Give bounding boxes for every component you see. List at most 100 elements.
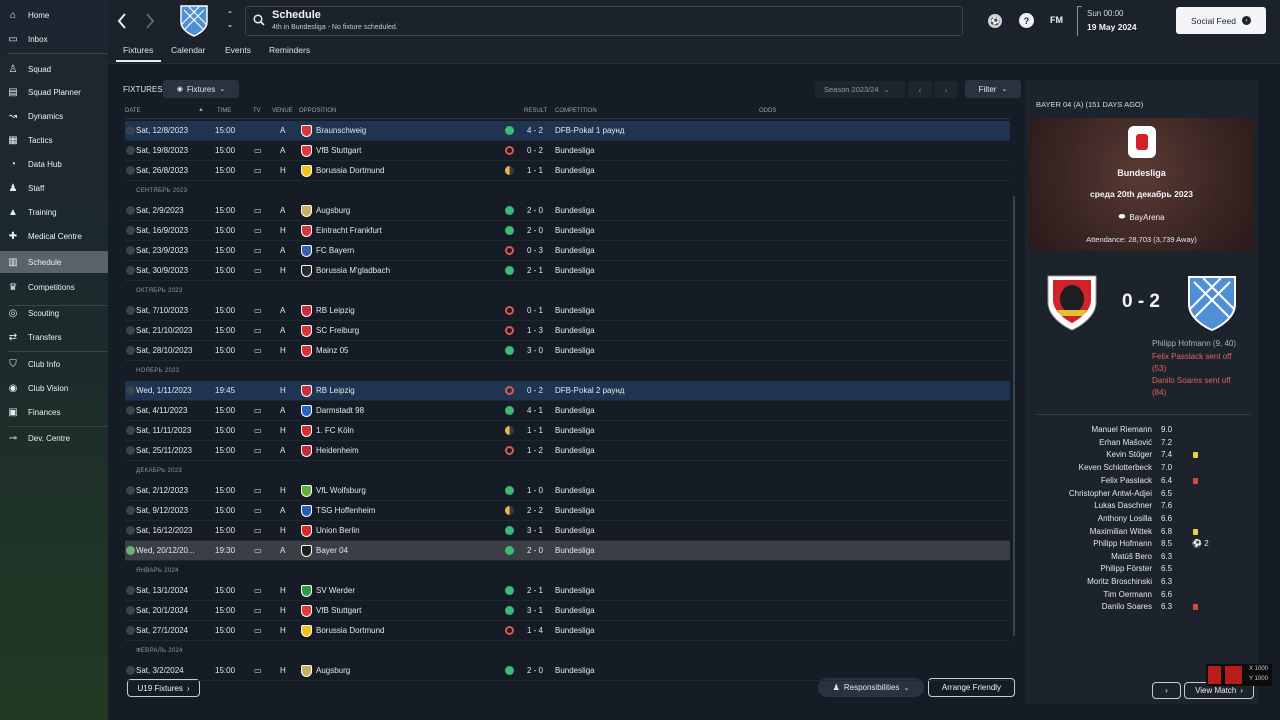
panel-next-button[interactable]: › — [1152, 682, 1181, 699]
table-row[interactable]: Sat, 2/12/2023 15:00 ▭ H VfL Wolfsburg 1 - 0 B… — [125, 481, 1010, 501]
row-status-dot[interactable] — [126, 146, 135, 155]
sidebar-item-tactics[interactable]: ▦ Tactics — [0, 129, 108, 151]
table-row[interactable]: Sat, 26/8/2023 15:00 ▭ H Borussia Dortmund 1 … — [125, 161, 1010, 181]
table-row[interactable]: Sat, 20/1/2024 15:00 ▭ H VfB Stuttgart 3 - 1 B… — [125, 601, 1010, 621]
table-row[interactable]: Sat, 9/12/2023 15:00 ▭ A TSG Hoffenheim 2 - 2… — [125, 501, 1010, 521]
table-row[interactable]: Sat, 28/10/2023 15:00 ▭ H Mainz 05 3 - 0 Bunde… — [125, 341, 1010, 361]
player-name[interactable]: Philipp Hofmann — [1093, 539, 1152, 548]
fixture-opponent[interactable]: RB Leipzig — [316, 301, 355, 321]
row-status-dot[interactable] — [126, 346, 135, 355]
season-prev-button[interactable]: ‹ — [908, 81, 932, 98]
check-icon[interactable] — [126, 546, 135, 555]
row-status-dot[interactable] — [126, 206, 135, 215]
fixture-opponent[interactable]: FC Bayern — [316, 241, 354, 261]
table-row[interactable]: Sat, 19/8/2023 15:00 ▭ A VfB Stuttgart 0 - 2 B… — [125, 141, 1010, 161]
sidebar-item-medical-centre[interactable]: ✚ Medical Centre — [0, 225, 108, 247]
tab-fixtures[interactable]: Fixtures — [123, 45, 153, 55]
sidebar-item-squad-planner[interactable]: ▤ Squad Planner — [0, 81, 108, 103]
fixture-opponent[interactable]: Darmstadt 98 — [316, 401, 364, 421]
player-name[interactable]: Tim Oermann — [1103, 590, 1152, 599]
row-status-dot[interactable] — [126, 306, 135, 315]
fixture-opponent[interactable]: Augsburg — [316, 661, 350, 681]
fixture-opponent[interactable]: Borussia Dortmund — [316, 161, 384, 181]
table-row[interactable]: Sat, 21/10/2023 15:00 ▭ A SC Freiburg 1 - 3 Bu… — [125, 321, 1010, 341]
player-name[interactable]: Kevin Stöger — [1106, 450, 1152, 459]
player-name[interactable]: Matúš Bero — [1111, 552, 1152, 561]
fixture-opponent[interactable]: Mainz 05 — [316, 341, 348, 361]
player-name[interactable]: Danilo Soares — [1102, 602, 1152, 611]
sidebar-item-club-info[interactable]: ⛉ Club Info — [0, 353, 108, 375]
row-status-dot[interactable] — [126, 126, 135, 135]
fixture-opponent[interactable]: Augsburg — [316, 201, 350, 221]
row-status-dot[interactable] — [126, 446, 135, 455]
table-row[interactable]: Sat, 7/10/2023 15:00 ▭ A RB Leipzig 0 - 1 Bund… — [125, 301, 1010, 321]
player-name[interactable]: Christopher Antwi-Adjei — [1069, 489, 1152, 498]
column-header-competition[interactable]: COMPETITION — [555, 108, 597, 114]
social-feed-button[interactable]: Social Feed › — [1176, 7, 1266, 34]
fixture-opponent[interactable]: Borussia M'gladbach — [316, 261, 390, 281]
sidebar-item-data-hub[interactable]: ◔ Data Hub — [0, 153, 108, 175]
fixture-opponent[interactable]: Bayer 04 — [316, 541, 348, 561]
fixture-opponent[interactable]: Eintracht Frankfurt — [316, 221, 382, 241]
fixture-opponent[interactable]: SC Freiburg — [316, 321, 359, 341]
fixtures-view-dropdown[interactable]: ◉ Fixtures ⌄ — [163, 80, 239, 98]
sidebar-item-competitions[interactable]: ♛ Competitions — [0, 276, 108, 298]
forward-button[interactable] — [142, 10, 158, 32]
table-scrollbar[interactable] — [1013, 196, 1015, 636]
season-dropdown[interactable]: Season 2023/24 ⌄ — [815, 81, 905, 98]
row-status-dot[interactable] — [126, 166, 135, 175]
fixture-opponent[interactable]: TSG Hoffenheim — [316, 501, 375, 521]
table-row[interactable]: Sat, 16/9/2023 15:00 ▭ H Eintracht Frankfurt… — [125, 221, 1010, 241]
player-name[interactable]: Keven Schlotterbeck — [1079, 463, 1152, 472]
table-row[interactable]: Sat, 27/1/2024 15:00 ▭ H Borussia Dortmund 1 … — [125, 621, 1010, 641]
row-status-dot[interactable] — [126, 486, 135, 495]
table-row[interactable]: Sat, 12/8/2023 15:00 A Braunschweig 4 - 2 DFB… — [125, 121, 1010, 141]
sidebar-item-staff[interactable]: ♟ Staff — [0, 177, 108, 199]
row-status-dot[interactable] — [126, 326, 135, 335]
table-row[interactable]: Sat, 2/9/2023 15:00 ▭ A Augsburg 2 - 0 Bundesl… — [125, 201, 1010, 221]
player-name[interactable]: Moritz Broschinski — [1087, 577, 1152, 586]
column-header-tv[interactable]: TV — [253, 108, 261, 114]
row-status-dot[interactable] — [126, 406, 135, 415]
fixture-opponent[interactable]: RB Leipzig — [316, 381, 355, 401]
sidebar-item-schedule[interactable]: ▥ Schedule — [0, 251, 108, 273]
row-status-dot[interactable] — [126, 506, 135, 515]
player-name[interactable]: Erhan Mašović — [1099, 438, 1152, 447]
sidebar-item-training[interactable]: ▲ Training — [0, 201, 108, 223]
table-row[interactable]: Sat, 30/9/2023 15:00 ▭ H Borussia M'gladbach… — [125, 261, 1010, 281]
row-status-dot[interactable] — [126, 606, 135, 615]
back-button[interactable] — [114, 10, 130, 32]
fixture-opponent[interactable]: Braunschweig — [316, 121, 366, 141]
table-row[interactable]: Sat, 3/2/2024 15:00 ▭ H Augsburg 2 - 0 Bundesl… — [125, 661, 1010, 681]
column-header-result[interactable]: RESULT — [524, 108, 547, 114]
sidebar-item-squad[interactable]: ♙ Squad — [0, 58, 108, 80]
column-header-odds[interactable]: ODDS — [759, 108, 776, 114]
player-name[interactable]: Manuel Riemann — [1092, 425, 1152, 434]
player-name[interactable]: Lukas Daschner — [1094, 501, 1152, 510]
club-switch-arrows[interactable]: ⌃ ⌄ — [225, 10, 235, 32]
row-status-dot[interactable] — [126, 626, 135, 635]
table-row[interactable]: Sat, 25/11/2023 15:00 ▭ A Heidenheim 1 - 2 Bun… — [125, 441, 1010, 461]
player-name[interactable]: Maximilian Wittek — [1090, 527, 1152, 536]
row-status-dot[interactable] — [126, 246, 135, 255]
sidebar-item-dynamics[interactable]: ↝ Dynamics — [0, 105, 108, 127]
club-badge-button[interactable]: ⚽ — [988, 14, 1002, 28]
player-name[interactable]: Anthony Losilla — [1098, 514, 1152, 523]
sidebar-item-inbox[interactable]: ▭ Inbox — [0, 28, 108, 50]
column-header-time[interactable]: TIME — [217, 108, 231, 114]
sidebar-item-finances[interactable]: ▣ Finances — [0, 401, 108, 423]
home-team-crest[interactable] — [1045, 272, 1099, 332]
sidebar-item-home[interactable]: ⌂ Home — [0, 4, 108, 26]
table-row[interactable]: Sat, 23/9/2023 15:00 ▭ A FC Bayern 0 - 3 Bunde… — [125, 241, 1010, 261]
table-row[interactable]: Wed, 20/12/20... 19:30 ▭ A Bayer 04 2 - 0 Bund… — [125, 541, 1010, 561]
fixture-opponent[interactable]: Union Berlin — [316, 521, 360, 541]
fm-menu-button[interactable]: FM — [1050, 15, 1063, 25]
club-crest[interactable] — [178, 4, 210, 38]
table-row[interactable]: Sat, 4/11/2023 15:00 ▭ A Darmstadt 98 4 - 1 Bu… — [125, 401, 1010, 421]
help-button[interactable]: ? — [1019, 13, 1034, 28]
fixture-opponent[interactable]: Heidenheim — [316, 441, 359, 461]
table-row[interactable]: Sat, 16/12/2023 15:00 ▭ H Union Berlin 3 - 1 B… — [125, 521, 1010, 541]
u19-fixtures-button[interactable]: U19 Fixtures › — [127, 679, 200, 697]
tab-calendar[interactable]: Calendar — [171, 45, 206, 55]
column-header-opposition[interactable]: OPPOSITION — [299, 108, 336, 114]
